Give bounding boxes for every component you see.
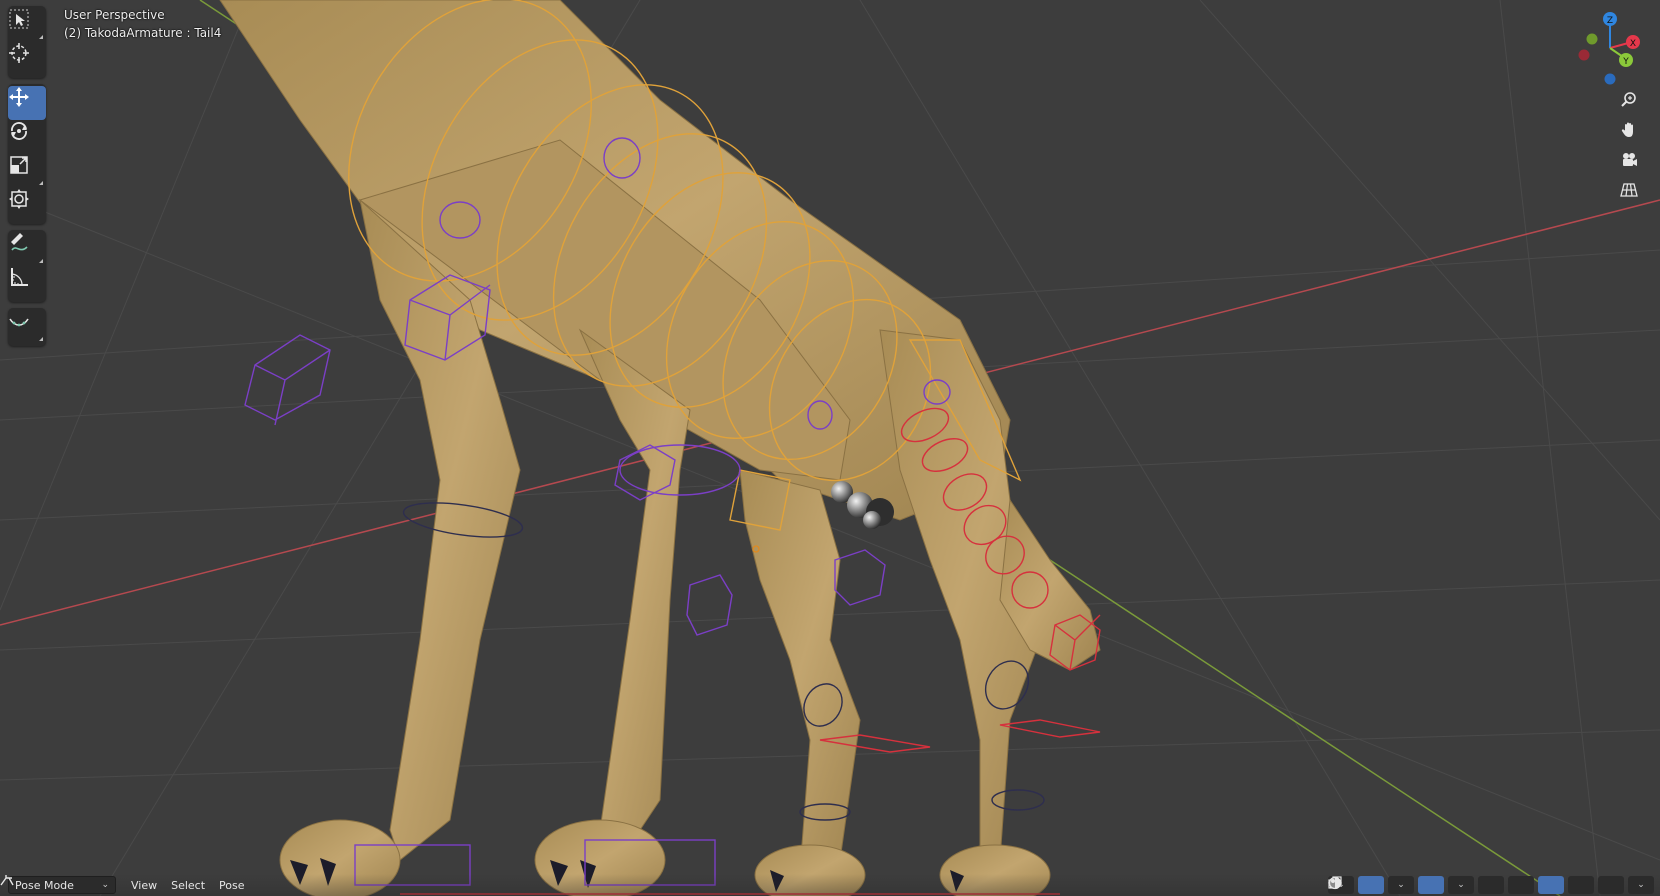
navigation-gizmo[interactable]: Z X Y bbox=[1570, 8, 1650, 88]
axis-gizmo-icon: Z X Y bbox=[1578, 12, 1640, 85]
viewport-header: Pose Mode ⌄ View Select Pose ⌄ ⌄ ⌄ ⌄ bbox=[0, 874, 1660, 896]
rendered-shading-button[interactable] bbox=[1328, 876, 1624, 894]
scale-tool[interactable] bbox=[8, 154, 46, 188]
zoom-button[interactable] bbox=[1620, 91, 1646, 117]
select-box-tool[interactable] bbox=[8, 8, 46, 42]
gizmo-options-dropdown[interactable]: ⌄ bbox=[1388, 876, 1414, 894]
camera-icon bbox=[1623, 153, 1637, 166]
pose-tools-group bbox=[8, 308, 46, 346]
cursor-icon bbox=[9, 43, 29, 63]
annotate-tool[interactable] bbox=[8, 232, 46, 266]
annotate-icon bbox=[11, 233, 28, 251]
gizmo-x-label: X bbox=[1630, 39, 1636, 49]
measure-icon bbox=[11, 268, 28, 286]
tool-options-indicator bbox=[39, 337, 43, 341]
xray-toggle-button[interactable] bbox=[1328, 876, 1504, 894]
chevron-down-icon: ⌄ bbox=[1457, 880, 1465, 890]
zoom-icon bbox=[1621, 92, 1636, 107]
interaction-mode-dropdown[interactable]: Pose Mode ⌄ bbox=[0, 875, 116, 894]
tool-options-indicator bbox=[39, 259, 43, 263]
rotate-icon bbox=[11, 122, 27, 140]
pan-button[interactable] bbox=[1620, 121, 1646, 147]
solid-shading-button[interactable] bbox=[1329, 876, 1564, 894]
annotate-tools-group bbox=[8, 230, 46, 302]
wireframe-shading-button[interactable] bbox=[1328, 876, 1534, 894]
menu-view[interactable]: View bbox=[124, 876, 164, 894]
gizmo-z-label: Z bbox=[1607, 16, 1613, 26]
transform-tools-group bbox=[8, 84, 46, 224]
mode-label: Pose Mode bbox=[15, 878, 74, 892]
active-object-label: (2) TakodaArmature : Tail4 bbox=[64, 26, 222, 40]
chevron-down-icon: ⌄ bbox=[1637, 880, 1645, 890]
material-shading-button[interactable] bbox=[1329, 876, 1594, 894]
overlays-toggle-button[interactable] bbox=[1328, 876, 1444, 894]
camera-view-button[interactable] bbox=[1620, 151, 1646, 177]
viewport-title: User Perspective bbox=[64, 8, 165, 22]
toggle-ortho-button[interactable] bbox=[1620, 181, 1646, 207]
chevron-down-icon: ⌄ bbox=[1397, 880, 1405, 890]
header-right-controls: ⌄ ⌄ ⌄ ⌄ bbox=[1328, 876, 1654, 894]
measure-tool[interactable] bbox=[8, 266, 46, 300]
move-tool[interactable] bbox=[8, 86, 46, 120]
shading-options-dropdown[interactable]: ⌄ bbox=[1628, 876, 1654, 894]
relax-pose-tool[interactable] bbox=[8, 310, 46, 344]
transform-tool[interactable] bbox=[8, 188, 46, 222]
transform-icon bbox=[9, 189, 29, 209]
tool-options-indicator bbox=[39, 181, 43, 185]
pose-mode-icon bbox=[0, 875, 14, 886]
tool-options-indicator bbox=[39, 35, 43, 39]
3d-viewport[interactable]: User Perspective (2) TakodaArmature : Ta… bbox=[0, 0, 1660, 896]
menu-pose[interactable]: Pose bbox=[212, 876, 251, 894]
rendered-sphere-icon bbox=[1328, 876, 1342, 890]
scale-icon bbox=[10, 156, 28, 174]
hand-pan-icon bbox=[1621, 122, 1633, 137]
select-box-icon bbox=[9, 9, 29, 29]
chevron-down-icon: ⌄ bbox=[101, 880, 109, 890]
grid-ortho-icon bbox=[1620, 183, 1638, 197]
cursor-tool[interactable] bbox=[8, 42, 46, 76]
gizmo-y-label: Y bbox=[1622, 57, 1629, 67]
overlays-options-dropdown[interactable]: ⌄ bbox=[1448, 876, 1474, 894]
selection-tools-group bbox=[8, 6, 46, 78]
menu-select[interactable]: Select bbox=[164, 876, 212, 894]
viewport-scene bbox=[0, 0, 1660, 896]
move-icon bbox=[9, 87, 29, 107]
pose-relax-icon bbox=[9, 318, 29, 327]
gizmo-toggle-button[interactable] bbox=[1329, 876, 1384, 894]
rotate-tool[interactable] bbox=[8, 120, 46, 154]
tool-shelf bbox=[8, 6, 46, 352]
